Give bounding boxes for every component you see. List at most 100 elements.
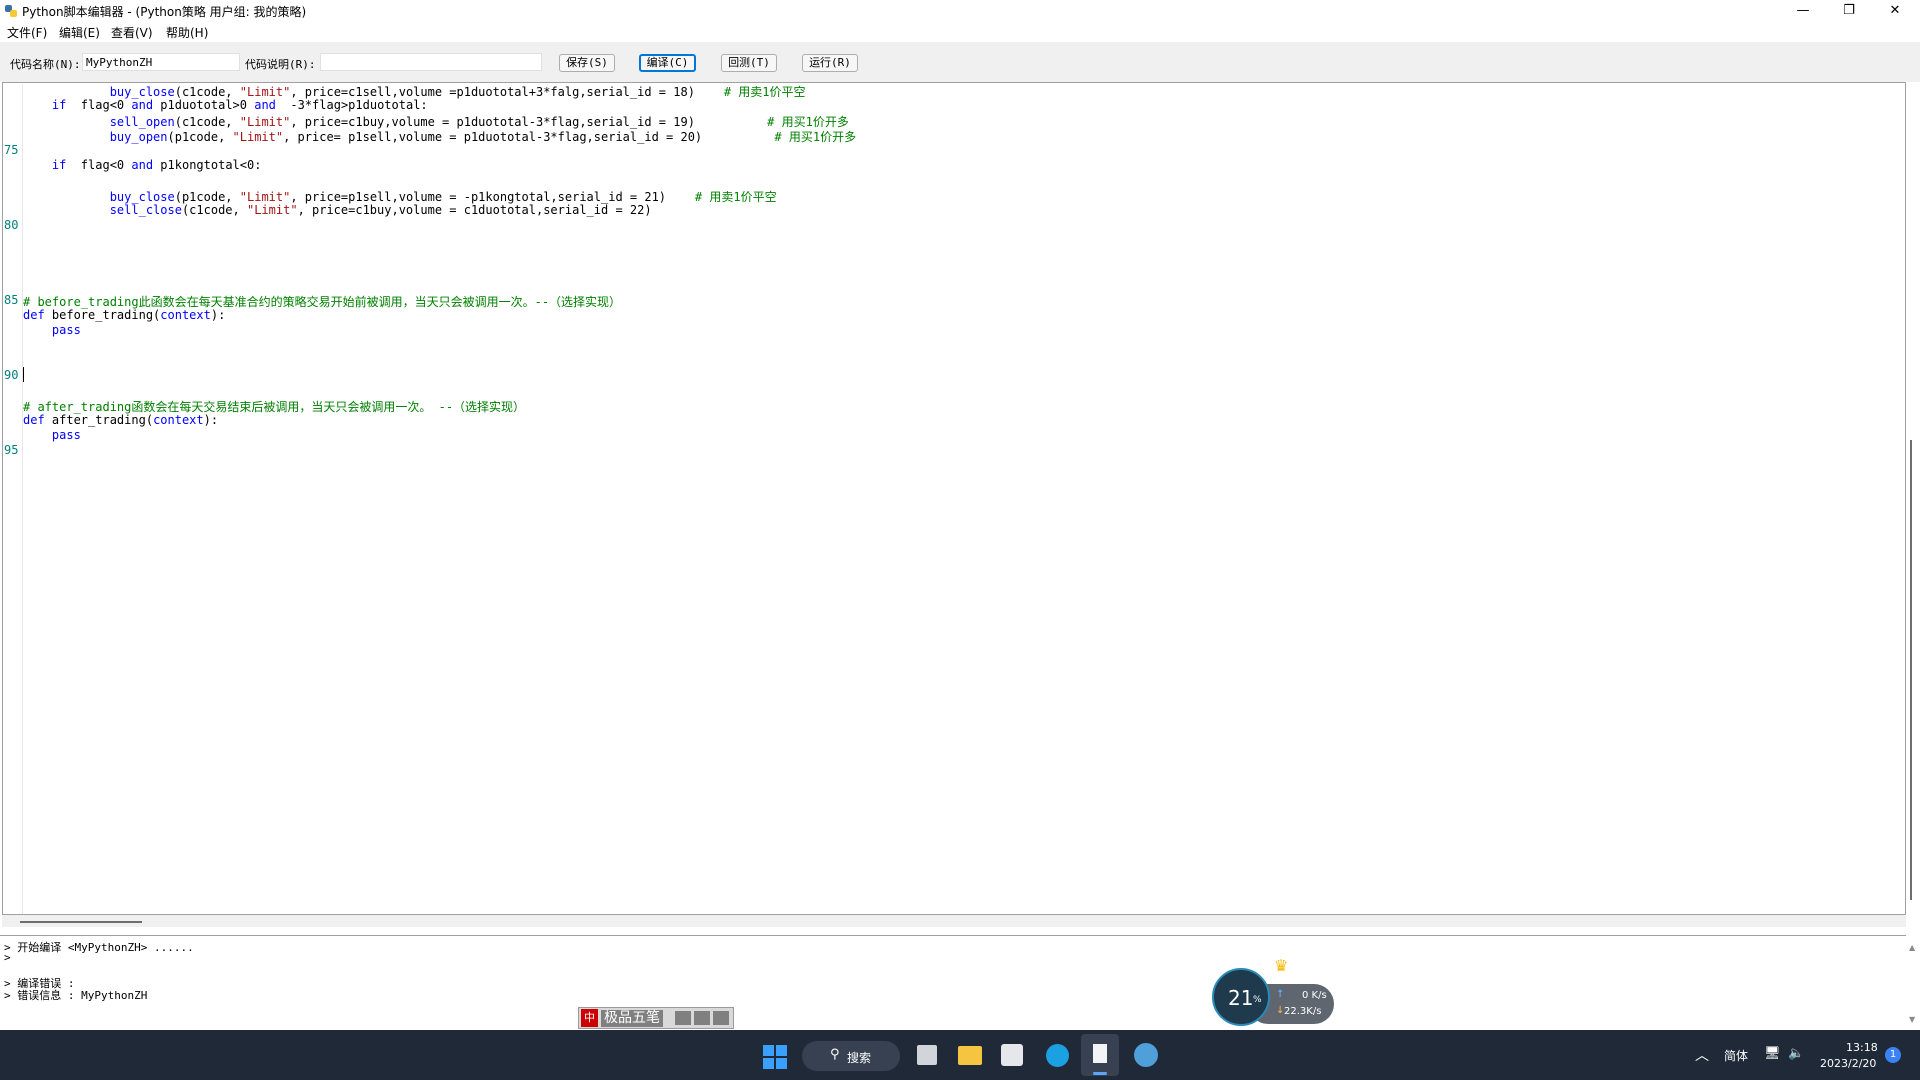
code-token: buy_close <box>109 85 175 99</box>
code-token: # 用卖1价平空 <box>723 85 806 99</box>
notification-badge[interactable]: 1 <box>1885 1047 1901 1063</box>
code-token: and <box>254 98 276 112</box>
code-token: "Limit" <box>232 130 284 144</box>
windows-start-icon[interactable] <box>763 1045 787 1069</box>
code-token: # after_trading函数会在每天交易结束后被调用，当天只会被调用一次。… <box>23 400 526 414</box>
code-token: sell_close <box>109 203 182 217</box>
code-token: flag<0 <box>66 158 132 172</box>
code-token: , price=c1buy,volume = p1duototal-3*flag… <box>290 115 768 129</box>
code-token: , price=p1sell,volume = -p1kongtotal,ser… <box>290 190 695 204</box>
code-token: (p1code, <box>167 130 233 144</box>
save-button[interactable]: 保存(S) <box>559 54 615 72</box>
upload-speed: 0 K/s <box>1302 990 1327 1001</box>
code-token: flag<0 <box>66 98 132 112</box>
restore-button[interactable]: ❐ <box>1826 0 1872 22</box>
output-line: > 开始编译 <MyPythonZH> ...... <box>4 941 194 954</box>
code-token: -3*flag>p1duototal: <box>275 98 428 112</box>
code-token: if <box>51 98 67 112</box>
code-line: if flag<0 and p1duototal>0 and -3*flag>p… <box>23 98 428 112</box>
code-line: def before_trading(context): <box>23 308 225 322</box>
crown-icon: ♛ <box>1274 956 1289 975</box>
editor-vertical-scrollbar[interactable] <box>1906 82 1918 915</box>
code-token: pass <box>51 428 81 442</box>
active-app-tile[interactable] <box>1081 1034 1119 1076</box>
python-strategy-app-icon[interactable] <box>1134 1043 1158 1067</box>
code-token: "Limit" <box>239 190 291 204</box>
code-token: # 用买1价开多 <box>767 115 849 129</box>
code-name-input[interactable]: MyPythonZH <box>82 53 240 71</box>
store-icon[interactable] <box>1001 1044 1023 1066</box>
code-desc-label: 代码说明(R): <box>245 58 316 71</box>
code-token: after_trading( <box>44 413 154 427</box>
backtest-button[interactable]: 回测(T) <box>721 54 777 72</box>
search-icon: ⚲ <box>830 1047 840 1062</box>
code-token: def <box>23 308 45 322</box>
input-language[interactable]: 简体 <box>1724 1047 1748 1064</box>
code-token: "Limit" <box>239 115 291 129</box>
scroll-down-icon[interactable]: ▼ <box>1909 1015 1915 1024</box>
taskbar-search-box[interactable]: ⚲ 搜索 <box>802 1041 900 1071</box>
code-token: if <box>51 158 67 172</box>
code-token: (c1code, <box>174 85 240 99</box>
code-desc-input[interactable] <box>320 53 542 71</box>
code-token: context <box>160 308 211 322</box>
text-cursor <box>23 367 24 382</box>
code-token: , price=c1buy,volume = c1duototal,serial… <box>297 203 652 217</box>
code-line: buy_open(p1code, "Limit", price= p1sell,… <box>23 128 856 145</box>
code-line: sell_close(c1code, "Limit", price=c1buy,… <box>23 203 652 217</box>
code-token: (c1code, <box>181 203 247 217</box>
clock-time[interactable]: 13:18 <box>1846 1041 1878 1054</box>
tray-overflow-icon[interactable]: ︿ <box>1695 1045 1709 1065</box>
taskbar: ⚲ 搜索 ︿ 简体 🖥 🔈 13:18 2023/2/20 1 <box>0 1030 1920 1080</box>
ime-toolbar[interactable]: 中 极品五笔 <box>578 1007 734 1029</box>
code-token: buy_open <box>109 130 168 144</box>
code-token: "Limit" <box>239 85 291 99</box>
editor-horizontal-scrollbar[interactable] <box>2 915 1906 927</box>
network-monitor-widget[interactable]: 21 % ↑ ↓ 0 K/s 22.3K/s ♛ <box>1212 956 1334 1026</box>
menu-view[interactable]: 查看(V) <box>111 24 153 41</box>
scroll-up-icon[interactable]: ▲ <box>1909 943 1915 952</box>
output-line: > 错误信息 : MyPythonZH <box>4 989 148 1002</box>
menu-file[interactable]: 文件(F) <box>7 24 47 41</box>
clock-date[interactable]: 2023/2/20 <box>1820 1057 1876 1070</box>
active-indicator <box>1093 1072 1107 1075</box>
menu-edit[interactable]: 编辑(E) <box>59 24 100 41</box>
compile-button[interactable]: 编译(C) <box>639 54 696 72</box>
ime-option-icon[interactable] <box>713 1011 729 1025</box>
code-token: , price=c1sell,volume =p1duototal+3*falg… <box>290 85 724 99</box>
output-scrollbar[interactable]: ▲ ▼ <box>1906 935 1920 1030</box>
menu-help[interactable]: 帮助(H) <box>166 24 208 41</box>
code-token: p1kongtotal<0: <box>153 158 262 172</box>
code-line: def after_trading(context): <box>23 413 218 427</box>
code-token: and <box>131 98 154 112</box>
line-number: 95 <box>4 443 19 457</box>
code-token: def <box>23 413 45 427</box>
code-token: # before_trading此函数会在每天基准合约的策略交易开始前被调用，当… <box>23 295 622 309</box>
code-token: buy_close <box>109 190 175 204</box>
network-icon[interactable]: 🖥 <box>1764 1046 1781 1061</box>
code-token: and <box>131 158 154 172</box>
task-view-icon[interactable] <box>917 1045 937 1065</box>
minimize-button[interactable]: — <box>1780 0 1826 22</box>
code-token: "Limit" <box>246 203 298 217</box>
volume-icon[interactable]: 🔈 <box>1788 1046 1804 1061</box>
ime-option-icon[interactable] <box>675 1011 691 1025</box>
ime-label: 极品五笔 <box>601 1010 663 1027</box>
file-explorer-icon[interactable] <box>958 1046 982 1065</box>
code-token: pass <box>51 323 81 337</box>
ime-logo-icon: 中 <box>581 1009 598 1027</box>
close-button[interactable]: ✕ <box>1872 0 1918 22</box>
run-button[interactable]: 运行(R) <box>802 54 858 72</box>
editor-horizontal-scroll-thumb[interactable] <box>20 921 142 923</box>
ime-option-icon[interactable] <box>694 1011 710 1025</box>
editor-vertical-scroll-thumb[interactable] <box>1910 440 1912 900</box>
edge-browser-icon[interactable] <box>1046 1044 1069 1067</box>
code-token: sell_open <box>109 115 175 129</box>
cpu-percent: 21 <box>1228 986 1254 1010</box>
download-speed: 22.3K/s <box>1284 1006 1322 1017</box>
